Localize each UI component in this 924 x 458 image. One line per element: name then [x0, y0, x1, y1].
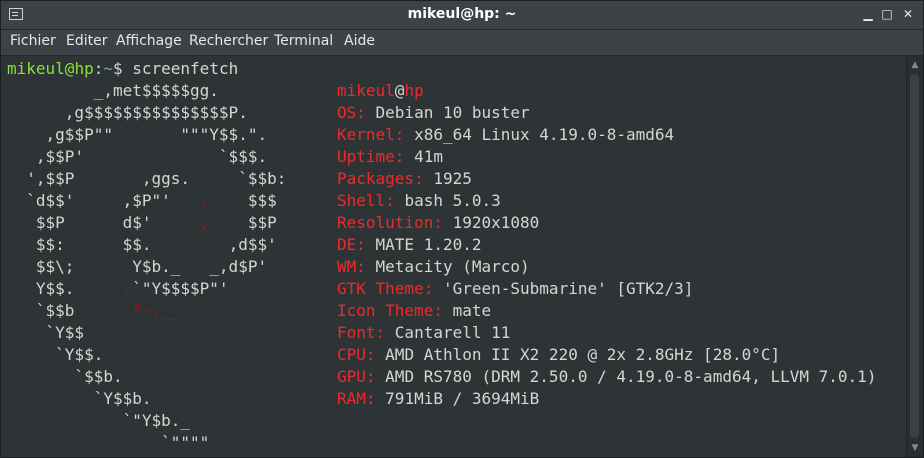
- logo-line: `d$$' ,$P"' . $$$: [7, 191, 277, 210]
- menu-rechercher[interactable]: Rechercher: [189, 33, 268, 49]
- vertical-scrollbar[interactable]: ▲ ▼: [906, 56, 923, 457]
- info-de: DE: MATE 1.20.2: [337, 235, 482, 254]
- logo-line: `Y$$: [7, 323, 85, 342]
- menu-terminal[interactable]: Terminal: [274, 33, 333, 49]
- menu-fichier[interactable]: Fichier: [10, 33, 56, 49]
- prompt-path: ~: [103, 59, 113, 78]
- info-cpu: CPU: AMD Athlon II X2 220 @ 2x 2.8GHz [2…: [337, 345, 781, 364]
- menu-affichage[interactable]: Affichage: [116, 33, 182, 49]
- prompt-line: mikeul@hp:~$ screenfetch: [7, 58, 238, 80]
- menu-editer[interactable]: Editer: [66, 33, 107, 49]
- scroll-down-icon[interactable]: ▼: [907, 441, 923, 455]
- logo-line: `Y$$b.: [7, 389, 152, 408]
- logo-line: `"Y$b._: [7, 411, 191, 430]
- logo-line: ',$$P ,ggs. `$$b:: [7, 169, 287, 188]
- info-shell: Shell: bash 5.0.3: [337, 191, 501, 210]
- info-font: Font: Cantarell 11: [337, 323, 511, 342]
- scroll-up-icon[interactable]: ▲: [907, 58, 923, 72]
- close-icon[interactable]: ✕: [899, 5, 917, 23]
- info-header: mikeul@hp: [337, 81, 424, 100]
- minimize-icon[interactable]: ▁: [859, 5, 877, 23]
- logo-line: `$$b.: [7, 367, 123, 386]
- info-kernel: Kernel: x86_64 Linux 4.19.0-8-amd64: [337, 125, 675, 144]
- logo-line: `"""": [7, 433, 210, 452]
- title-bar[interactable]: mikeul@hp: ~ ▁ □ ✕: [1, 1, 923, 30]
- prompt-host: hp: [74, 59, 94, 78]
- info-gpu: GPU: AMD RS780 (DRM 2.50.0 / 4.19.0-8-am…: [337, 367, 877, 386]
- menu-bar: Fichier Editer Affichage Rechercher Term…: [1, 30, 923, 56]
- prompt-symbol: $: [112, 59, 133, 78]
- info-wm: WM: Metacity (Marco): [337, 257, 530, 276]
- logo-line: $$: $$. - ,d$$': [7, 235, 277, 254]
- info-uptime: Uptime: 41m: [337, 147, 443, 166]
- logo-line: $$\; Y$b._ _,d$P': [7, 257, 268, 276]
- logo-line: ,g$$P"" """Y$$.".: [7, 125, 268, 144]
- prompt-at: @: [64, 59, 75, 78]
- logo-line: ,g$$$$$$$$$$$$$$$P.: [7, 103, 248, 122]
- logo-line: ,$$P' `$$$.: [7, 147, 268, 166]
- info-packages: Packages: 1925: [337, 169, 472, 188]
- logo-line: Y$$. `.`"Y$$$$P"': [7, 279, 229, 298]
- terminal-window: mikeul@hp: ~ ▁ □ ✕ Fichier Editer Affich…: [0, 0, 924, 458]
- info-ram: RAM: 791MiB / 3694MiB: [337, 389, 540, 408]
- logo-line: `$$b "-.__: [7, 301, 181, 320]
- info-icon-theme: Icon Theme: mate: [337, 301, 492, 320]
- logo-line: _,met$$$$$gg.: [7, 81, 219, 100]
- logo-line: $$P d$' , $$P: [7, 213, 277, 232]
- info-resolution: Resolution: 1920x1080: [337, 213, 540, 232]
- scrollbar-thumb[interactable]: [910, 74, 919, 438]
- prompt-user: mikeul: [7, 59, 65, 78]
- menu-aide[interactable]: Aide: [344, 33, 375, 49]
- window-title: mikeul@hp: ~: [407, 6, 517, 22]
- terminal-output[interactable]: mikeul@hp:~$ screenfetch _,met$$$$$gg. ,…: [1, 56, 907, 457]
- logo-line: `Y$$.: [7, 345, 104, 364]
- prompt-colon: :: [93, 59, 104, 78]
- prompt-command: screenfetch: [132, 59, 239, 78]
- info-os: OS: Debian 10 buster: [337, 103, 530, 122]
- maximize-icon[interactable]: □: [878, 5, 896, 23]
- info-gtk-theme: GTK Theme: 'Green-Submarine' [GTK2/3]: [337, 279, 694, 298]
